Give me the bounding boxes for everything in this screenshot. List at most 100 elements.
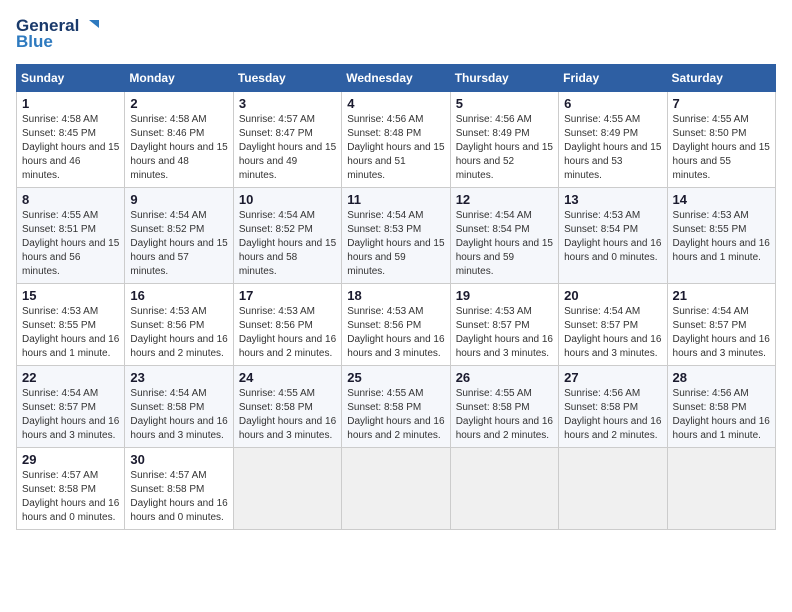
weekday-header-row: SundayMondayTuesdayWednesdayThursdayFrid… <box>17 65 776 92</box>
day-info: Sunrise: 4:53 AM Sunset: 8:56 PM Dayligh… <box>130 305 227 361</box>
day-number: 21 <box>673 288 770 303</box>
calendar-cell: 18 Sunrise: 4:53 AM Sunset: 8:56 PM Dayl… <box>342 284 450 366</box>
logo-blue: Blue <box>16 32 53 52</box>
day-info: Sunrise: 4:57 AM Sunset: 8:58 PM Dayligh… <box>22 469 119 525</box>
day-number: 25 <box>347 370 444 385</box>
calendar-cell: 19 Sunrise: 4:53 AM Sunset: 8:57 PM Dayl… <box>450 284 558 366</box>
day-number: 22 <box>22 370 119 385</box>
weekday-saturday: Saturday <box>667 65 775 92</box>
day-info: Sunrise: 4:54 AM Sunset: 8:58 PM Dayligh… <box>130 387 227 443</box>
calendar-body: 1 Sunrise: 4:58 AM Sunset: 8:45 PM Dayli… <box>17 92 776 530</box>
calendar-cell <box>667 448 775 530</box>
day-number: 16 <box>130 288 227 303</box>
calendar-cell: 17 Sunrise: 4:53 AM Sunset: 8:56 PM Dayl… <box>233 284 341 366</box>
calendar-cell: 6 Sunrise: 4:55 AM Sunset: 8:49 PM Dayli… <box>559 92 667 188</box>
day-info: Sunrise: 4:54 AM Sunset: 8:53 PM Dayligh… <box>347 209 444 279</box>
calendar-cell: 21 Sunrise: 4:54 AM Sunset: 8:57 PM Dayl… <box>667 284 775 366</box>
calendar-cell: 16 Sunrise: 4:53 AM Sunset: 8:56 PM Dayl… <box>125 284 233 366</box>
day-number: 7 <box>673 96 770 111</box>
week-row-4: 22 Sunrise: 4:54 AM Sunset: 8:57 PM Dayl… <box>17 366 776 448</box>
calendar-cell: 7 Sunrise: 4:55 AM Sunset: 8:50 PM Dayli… <box>667 92 775 188</box>
day-number: 8 <box>22 192 119 207</box>
day-number: 6 <box>564 96 661 111</box>
weekday-sunday: Sunday <box>17 65 125 92</box>
day-number: 4 <box>347 96 444 111</box>
day-number: 18 <box>347 288 444 303</box>
calendar-cell: 11 Sunrise: 4:54 AM Sunset: 8:53 PM Dayl… <box>342 188 450 284</box>
day-number: 23 <box>130 370 227 385</box>
day-number: 20 <box>564 288 661 303</box>
calendar-cell: 10 Sunrise: 4:54 AM Sunset: 8:52 PM Dayl… <box>233 188 341 284</box>
calendar-cell: 5 Sunrise: 4:56 AM Sunset: 8:49 PM Dayli… <box>450 92 558 188</box>
calendar-cell <box>233 448 341 530</box>
logo-bird-icon <box>81 18 99 34</box>
day-info: Sunrise: 4:55 AM Sunset: 8:58 PM Dayligh… <box>347 387 444 443</box>
day-info: Sunrise: 4:54 AM Sunset: 8:57 PM Dayligh… <box>564 305 661 361</box>
day-info: Sunrise: 4:53 AM Sunset: 8:56 PM Dayligh… <box>239 305 336 361</box>
calendar-cell: 1 Sunrise: 4:58 AM Sunset: 8:45 PM Dayli… <box>17 92 125 188</box>
weekday-wednesday: Wednesday <box>342 65 450 92</box>
calendar-cell: 9 Sunrise: 4:54 AM Sunset: 8:52 PM Dayli… <box>125 188 233 284</box>
calendar-cell: 20 Sunrise: 4:54 AM Sunset: 8:57 PM Dayl… <box>559 284 667 366</box>
calendar-cell: 12 Sunrise: 4:54 AM Sunset: 8:54 PM Dayl… <box>450 188 558 284</box>
calendar-cell: 22 Sunrise: 4:54 AM Sunset: 8:57 PM Dayl… <box>17 366 125 448</box>
week-row-1: 1 Sunrise: 4:58 AM Sunset: 8:45 PM Dayli… <box>17 92 776 188</box>
page-header: General Blue <box>16 16 776 52</box>
day-number: 13 <box>564 192 661 207</box>
day-info: Sunrise: 4:57 AM Sunset: 8:58 PM Dayligh… <box>130 469 227 525</box>
calendar-cell: 14 Sunrise: 4:53 AM Sunset: 8:55 PM Dayl… <box>667 188 775 284</box>
day-number: 17 <box>239 288 336 303</box>
day-number: 10 <box>239 192 336 207</box>
calendar-cell: 8 Sunrise: 4:55 AM Sunset: 8:51 PM Dayli… <box>17 188 125 284</box>
day-info: Sunrise: 4:54 AM Sunset: 8:52 PM Dayligh… <box>239 209 336 279</box>
logo-text-block: General Blue <box>16 16 99 52</box>
day-info: Sunrise: 4:54 AM Sunset: 8:57 PM Dayligh… <box>673 305 770 361</box>
day-info: Sunrise: 4:55 AM Sunset: 8:51 PM Dayligh… <box>22 209 119 279</box>
day-number: 27 <box>564 370 661 385</box>
day-info: Sunrise: 4:56 AM Sunset: 8:49 PM Dayligh… <box>456 113 553 183</box>
day-number: 14 <box>673 192 770 207</box>
day-number: 1 <box>22 96 119 111</box>
calendar-cell: 13 Sunrise: 4:53 AM Sunset: 8:54 PM Dayl… <box>559 188 667 284</box>
day-info: Sunrise: 4:55 AM Sunset: 8:50 PM Dayligh… <box>673 113 770 183</box>
day-info: Sunrise: 4:54 AM Sunset: 8:52 PM Dayligh… <box>130 209 227 279</box>
day-number: 2 <box>130 96 227 111</box>
day-info: Sunrise: 4:54 AM Sunset: 8:57 PM Dayligh… <box>22 387 119 443</box>
day-info: Sunrise: 4:56 AM Sunset: 8:48 PM Dayligh… <box>347 113 444 183</box>
day-number: 26 <box>456 370 553 385</box>
day-info: Sunrise: 4:55 AM Sunset: 8:58 PM Dayligh… <box>239 387 336 443</box>
day-number: 28 <box>673 370 770 385</box>
day-info: Sunrise: 4:53 AM Sunset: 8:56 PM Dayligh… <box>347 305 444 361</box>
weekday-friday: Friday <box>559 65 667 92</box>
calendar-cell: 15 Sunrise: 4:53 AM Sunset: 8:55 PM Dayl… <box>17 284 125 366</box>
day-info: Sunrise: 4:55 AM Sunset: 8:58 PM Dayligh… <box>456 387 553 443</box>
day-number: 5 <box>456 96 553 111</box>
calendar-cell: 2 Sunrise: 4:58 AM Sunset: 8:46 PM Dayli… <box>125 92 233 188</box>
calendar-cell: 30 Sunrise: 4:57 AM Sunset: 8:58 PM Dayl… <box>125 448 233 530</box>
calendar-cell <box>559 448 667 530</box>
calendar-cell: 24 Sunrise: 4:55 AM Sunset: 8:58 PM Dayl… <box>233 366 341 448</box>
day-number: 15 <box>22 288 119 303</box>
day-info: Sunrise: 4:56 AM Sunset: 8:58 PM Dayligh… <box>564 387 661 443</box>
weekday-monday: Monday <box>125 65 233 92</box>
day-number: 3 <box>239 96 336 111</box>
calendar-cell <box>450 448 558 530</box>
calendar-cell: 23 Sunrise: 4:54 AM Sunset: 8:58 PM Dayl… <box>125 366 233 448</box>
day-number: 24 <box>239 370 336 385</box>
day-number: 30 <box>130 452 227 467</box>
day-number: 19 <box>456 288 553 303</box>
week-row-3: 15 Sunrise: 4:53 AM Sunset: 8:55 PM Dayl… <box>17 284 776 366</box>
day-number: 12 <box>456 192 553 207</box>
calendar-cell: 29 Sunrise: 4:57 AM Sunset: 8:58 PM Dayl… <box>17 448 125 530</box>
calendar-cell: 25 Sunrise: 4:55 AM Sunset: 8:58 PM Dayl… <box>342 366 450 448</box>
calendar-table: SundayMondayTuesdayWednesdayThursdayFrid… <box>16 64 776 530</box>
day-number: 9 <box>130 192 227 207</box>
calendar-cell <box>342 448 450 530</box>
weekday-thursday: Thursday <box>450 65 558 92</box>
calendar-cell: 3 Sunrise: 4:57 AM Sunset: 8:47 PM Dayli… <box>233 92 341 188</box>
day-number: 29 <box>22 452 119 467</box>
day-number: 11 <box>347 192 444 207</box>
logo: General Blue <box>16 16 99 52</box>
day-info: Sunrise: 4:57 AM Sunset: 8:47 PM Dayligh… <box>239 113 336 183</box>
day-info: Sunrise: 4:56 AM Sunset: 8:58 PM Dayligh… <box>673 387 770 443</box>
